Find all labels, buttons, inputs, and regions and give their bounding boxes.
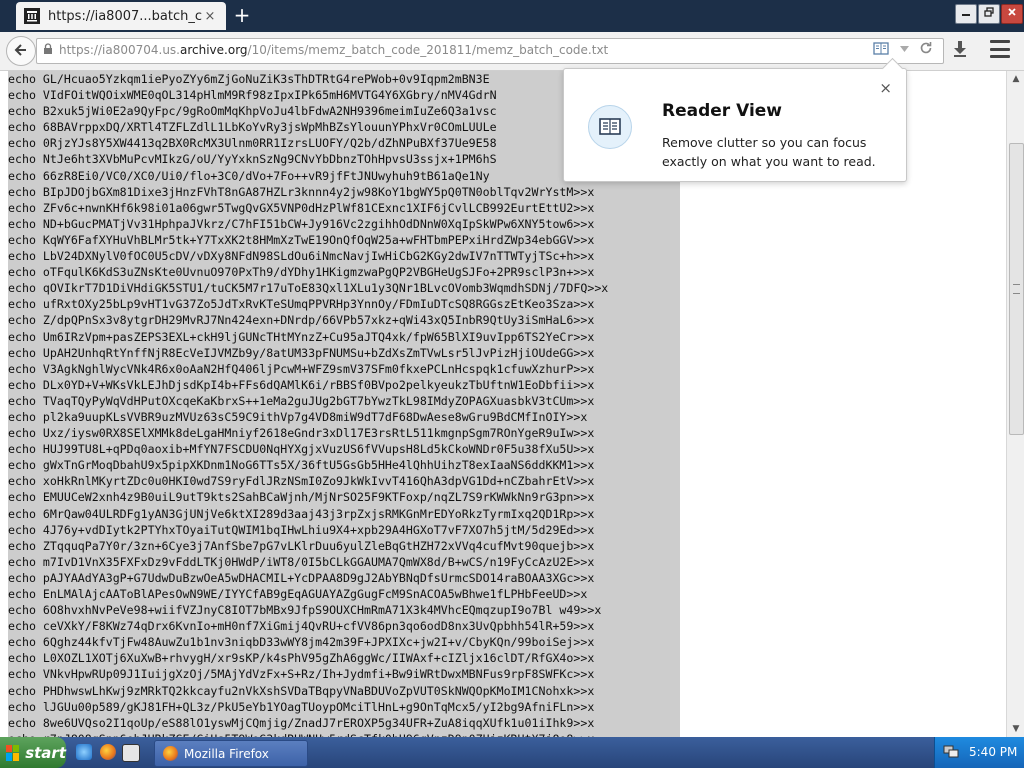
code-line: echo ufRxtOXy25bLp9vHT1vG37Zo5JdTxRvKTeS… [8, 297, 595, 312]
reader-view-popup: × Reader View Remove clutter so you can … [563, 68, 907, 182]
code-line: echo VNkvHpwRUp09J1IuijgXzOj/5MAjYdVzFx+… [8, 667, 595, 682]
grip-icon [1013, 284, 1020, 294]
code-line: echo ZTqquqPa7Y0r/3zn+6Cye3j7AnfSbe7pG7v… [8, 538, 595, 553]
taskbar: start Mozilla Firefox 5:40 PM [0, 737, 1024, 768]
code-line: echo Z/dpQPnSx3v8ytgrDH29MvRJ7Nn424exn+D… [8, 313, 595, 328]
history-dropdown-icon[interactable] [900, 44, 909, 55]
code-line: echo L0XOZL1XOTj6XuXwB+rhvygH/xr9sKP/k4s… [8, 651, 595, 666]
minimize-icon [962, 14, 970, 16]
code-line: echo Um6IRzVpm+pasZEPS3EXL+ckH9ljGUNcTHt… [8, 329, 595, 344]
popup-close-icon[interactable]: × [879, 79, 892, 97]
url-prefix: https://ia800704.us. [59, 43, 180, 57]
scroll-down-icon[interactable]: ▼ [1007, 721, 1024, 737]
clock: 5:40 PM [969, 745, 1018, 759]
code-line: echo m7IvD1VnX35FXFxDz9vFddLTKj0HWdP/iWT… [8, 554, 595, 569]
restore-button[interactable] [978, 4, 1000, 24]
firefox-quicklaunch-icon[interactable] [100, 744, 116, 760]
reader-view-icon [588, 105, 632, 149]
popup-description: Remove clutter so you can focus exactly … [662, 135, 876, 169]
tab-close-icon[interactable]: × [202, 9, 218, 24]
download-icon[interactable] [952, 40, 968, 63]
code-line: echo BIpJDOjbGXm81Dixe3jHnzFVhT8nGA87HZL… [8, 184, 595, 199]
title-bar: https://ia8007...batch_code.txt × + [0, 0, 1024, 32]
code-line: echo 4J76y+vdDIytk2PTYhxTOyaiTutQWIM1bqI… [8, 522, 595, 537]
scrollbar-thumb[interactable] [1009, 143, 1024, 435]
url-domain: archive.org [180, 43, 248, 57]
internet-explorer-icon[interactable] [76, 744, 92, 760]
code-line: echo Uxz/iysw0RX8SElXMMk8deLgaHMniyf2618… [8, 426, 595, 441]
code-line: echo KqWY6FafXYHuVhBLMr5tk+Y7TxXK2t8HMmX… [8, 232, 595, 247]
code-line: echo UpAH2UnhqRtYnffNjR8EcVeIJVMZb9y/8at… [8, 345, 595, 360]
taskbar-item-label: Mozilla Firefox [184, 746, 269, 761]
back-button[interactable] [6, 36, 36, 66]
code-line: echo 8we6UVQso2I1qoUp/eS88lO1yswMjCQmjig… [8, 715, 595, 730]
url-suffix: /10/items/memz_batch_code_201811/memz_ba… [247, 43, 609, 57]
code-line: echo 6Qghz44kfvTjFw48AuwZu1b1nv3niqbD33w… [8, 635, 595, 650]
firefox-icon [163, 746, 178, 761]
code-line: echo ZFv6c+nwnKHf6k98i01a06gwr5TwgQvGX5V… [8, 200, 595, 215]
popup-title: Reader View [662, 101, 783, 121]
code-line: echo EMUUCeW2xnh4z9B0uiL9utT9kts2SahBCaW… [8, 490, 595, 505]
minimize-button[interactable] [955, 4, 977, 24]
network-icon[interactable] [943, 745, 959, 759]
code-line: echo EnLMAlAjcAAToBlAPesOwN9WE/IYYCfAB9g… [8, 587, 588, 601]
code-line: echo lJGUu00p589/gKJ81FH+QL3z/PkU5eYb1YO… [8, 699, 595, 714]
menu-icon[interactable] [990, 40, 1010, 58]
back-icon [14, 44, 26, 56]
code-line: echo oTFqulK6KdS3uZNsKte0UvnuO970PxTh9/d… [8, 265, 595, 280]
code-line: echo pl2ka9uupKLsVVBR9uzMVUz63sC59C9ithV… [8, 409, 588, 424]
tab-title: https://ia8007...batch_code.txt [48, 8, 202, 24]
archive-favicon-icon [24, 8, 40, 24]
code-line: echo DLx0YD+V+WKsVkLEJhDjsdKpI4b+FFs6dQA… [8, 377, 595, 392]
url-text[interactable]: https://ia800704.us.archive.org/10/items… [59, 43, 608, 57]
code-line: echo 6MrQaw04ULRDFg1yAN3GjUNjVe6ktXI289d… [8, 506, 595, 521]
show-desktop-icon[interactable] [122, 744, 140, 762]
vertical-scrollbar[interactable]: ▲ ▼ [1006, 71, 1024, 737]
code-line: echo ND+bGucPMATjVv31HphpaJVkrz/C7hFI51b… [8, 216, 595, 231]
browser-tab[interactable]: https://ia8007...batch_code.txt × [16, 2, 226, 30]
new-tab-button[interactable]: + [232, 5, 252, 26]
code-line: echo TVaqTQyPyWqVdHPutOXcqeKaKbrxS++1eMa… [8, 393, 595, 408]
code-line: echo LbV24DXNylV0fOC0U5cDV/vDXy8NFdN98SL… [8, 249, 595, 264]
url-bar[interactable]: https://ia800704.us.archive.org/10/items… [36, 38, 944, 64]
scroll-up-icon[interactable]: ▲ [1007, 71, 1024, 87]
code-line: echo pAJYAAdYA3gP+G7UdwDuBzwOeA5wDHACMIL… [8, 570, 595, 585]
taskbar-item-firefox[interactable]: Mozilla Firefox [154, 740, 308, 767]
code-line: echo 6O8hvxhNvPeVe98+wiifVZJnyC8IOT7bMBx… [8, 603, 602, 618]
code-line: echo ceVXkY/F8KWz74qDrx6KvnIo+mH0nf7XiGm… [8, 619, 595, 634]
close-icon [1008, 8, 1016, 16]
reload-icon[interactable] [919, 41, 933, 59]
code-line: echo qOVIkrT7D1DiVHdiGK5STU1/tuCK5M7r17u… [8, 281, 609, 296]
code-line: echo HUJ99TU8L+qPDq0aoxib+MfYN7FSCDU0NqH… [8, 442, 595, 457]
restore-icon [984, 7, 994, 17]
navigation-bar: https://ia800704.us.archive.org/10/items… [0, 32, 1024, 71]
windows-logo-icon [6, 744, 20, 761]
lock-icon [43, 43, 53, 58]
close-window-button[interactable] [1001, 4, 1023, 24]
code-line: echo PHDhwswLhKwj9zMRkTQ2kkcayfu2nVkXshS… [8, 683, 595, 698]
code-line: echo xoHkRnlMKyrtZDc0u0HKI0wd7S9ryFdlJRz… [8, 474, 595, 489]
start-button[interactable]: start [0, 737, 66, 768]
code-line: echo gWxTnGrMoqDbahU9x5pipXKDnm1NoG6TTs5… [8, 458, 595, 473]
code-line: echo V3AgkNghlWycVNk4R6x0oAaN2HfQ406ljPc… [8, 361, 595, 376]
start-label: start [25, 743, 66, 762]
reader-view-icon[interactable] [873, 42, 889, 60]
system-tray: 5:40 PM [934, 737, 1024, 768]
